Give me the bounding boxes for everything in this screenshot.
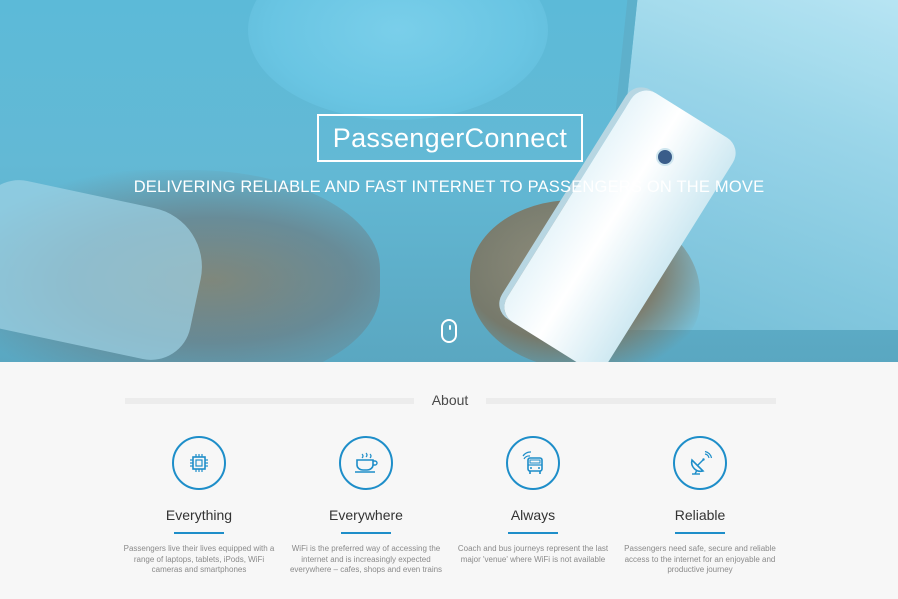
about-title: About [431,392,469,408]
hero-background-phone-camera [656,148,674,166]
feature-title: Reliable [674,507,726,523]
feature-underline [174,532,224,534]
mouse-scroll-icon[interactable] [441,319,457,343]
feature-description: WiFi is the preferred way of accessing t… [289,544,443,574]
hero-background-window [248,0,548,120]
feature-always: Always Coach and bus journeys represent … [450,436,616,565]
coffee-cup-icon [339,436,393,490]
satellite-dish-icon [673,436,727,490]
bus-wifi-icon [506,436,560,490]
feature-reliable: Reliable Passengers need safe, secure an… [617,436,783,576]
hero-section: PassengerConnect DELIVERING RELIABLE AND… [0,0,898,362]
feature-underline [508,532,558,534]
chip-icon [172,436,226,490]
hero-tagline: DELIVERING RELIABLE AND FAST INTERNET TO… [133,178,765,196]
about-divider-left [125,398,414,404]
feature-underline [675,532,725,534]
about-section: About Everything Passengers live their l… [0,362,898,599]
feature-title: Everywhere [329,507,403,523]
mouse-wheel [449,325,451,330]
feature-title: Always [510,507,556,523]
feature-everywhere: Everywhere WiFi is the preferred way of … [283,436,449,576]
feature-description: Coach and bus journeys represent the las… [457,544,609,564]
feature-underline [341,532,391,534]
feature-everything: Everything Passengers live their lives e… [116,436,282,576]
brand-logo[interactable]: PassengerConnect [317,114,583,162]
feature-title: Everything [165,507,233,523]
feature-description: Passengers need safe, secure and reliabl… [624,544,776,574]
about-divider-right [486,398,776,404]
feature-description: Passengers live their lives equipped wit… [123,544,275,574]
